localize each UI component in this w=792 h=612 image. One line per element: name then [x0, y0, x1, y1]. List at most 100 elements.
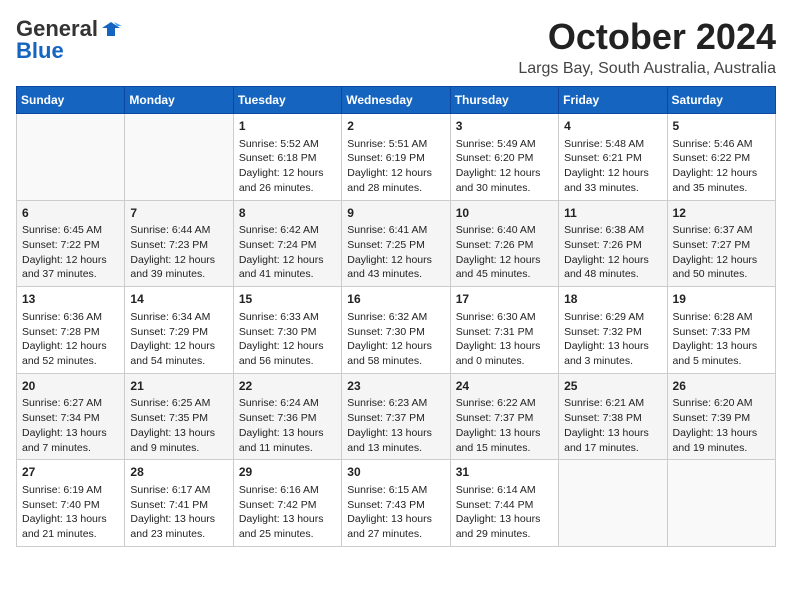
day-number: 2: [347, 118, 444, 135]
day-number: 8: [239, 205, 336, 222]
calendar-cell: 1 Sunrise: 5:52 AMSunset: 6:18 PMDaylight…: [233, 114, 341, 201]
day-number: 6: [22, 205, 119, 222]
calendar-cell: 3 Sunrise: 5:49 AMSunset: 6:20 PMDaylight…: [450, 114, 558, 201]
day-number: 23: [347, 378, 444, 395]
calendar-cell: 11Sunrise: 6:38 AMSunset: 7:26 PMDayligh…: [559, 200, 667, 287]
calendar-cell: 27Sunrise: 6:19 AMSunset: 7:40 PMDayligh…: [17, 460, 125, 547]
location-subtitle: Largs Bay, South Australia, Australia: [518, 60, 776, 78]
day-number: 16: [347, 291, 444, 308]
calendar-cell: 16 Sunrise: 6:32 AMSunset: 7:30 PMDayligh…: [342, 287, 450, 374]
calendar-cell: 19 Sunrise: 6:28 AMSunset: 7:33 PMDayligh…: [667, 287, 775, 374]
calendar-cell: 17 Sunrise: 6:30 AMSunset: 7:31 PMDayligh…: [450, 287, 558, 374]
cell-info: Sunrise: 6:23 AMSunset: 7:37 PMDaylight:…: [347, 396, 444, 455]
cell-info: Sunrise: 6:20 AMSunset: 7:39 PMDaylight:…: [673, 396, 770, 455]
day-number: 31: [456, 464, 553, 481]
calendar-cell: 29 Sunrise: 6:16 AMSunset: 7:42 PMDayligh…: [233, 460, 341, 547]
cell-info: Sunrise: 6:37 AMSunset: 7:27 PMDaylight:…: [673, 223, 770, 282]
calendar-week-row: 27Sunrise: 6:19 AMSunset: 7:40 PMDayligh…: [17, 460, 776, 547]
day-header-friday: Friday: [559, 87, 667, 114]
cell-info: Sunrise: 6:21 AMSunset: 7:38 PMDaylight:…: [564, 396, 661, 455]
day-number: 5: [673, 118, 770, 135]
calendar-cell: 15 Sunrise: 6:33 AMSunset: 7:30 PMDayligh…: [233, 287, 341, 374]
cell-info: Sunrise: 5:46 AMSunset: 6:22 PMDaylight:…: [673, 137, 770, 196]
day-number: 14: [130, 291, 227, 308]
day-number: 15: [239, 291, 336, 308]
day-number: 22: [239, 378, 336, 395]
calendar-cell: 28 Sunrise: 6:17 AMSunset: 7:41 PMDayligh…: [125, 460, 233, 547]
cell-info: Sunrise: 6:34 AMSunset: 7:29 PMDaylight:…: [130, 310, 227, 369]
day-number: 21: [130, 378, 227, 395]
calendar-cell: 9Sunrise: 6:41 AMSunset: 7:25 PMDaylight…: [342, 200, 450, 287]
calendar-cell: 2 Sunrise: 5:51 AMSunset: 6:19 PMDaylight…: [342, 114, 450, 201]
page-header: General Blue October 2024 Largs Bay, Sou…: [16, 16, 776, 78]
day-number: 18: [564, 291, 661, 308]
calendar-table: SundayMondayTuesdayWednesdayThursdayFrid…: [16, 86, 776, 547]
cell-info: Sunrise: 6:38 AMSunset: 7:26 PMDaylight:…: [564, 223, 661, 282]
day-number: 24: [456, 378, 553, 395]
calendar-cell: 21Sunrise: 6:25 AMSunset: 7:35 PMDayligh…: [125, 373, 233, 460]
day-number: 28: [130, 464, 227, 481]
calendar-cell: [559, 460, 667, 547]
day-header-tuesday: Tuesday: [233, 87, 341, 114]
calendar-cell: 12Sunrise: 6:37 AMSunset: 7:27 PMDayligh…: [667, 200, 775, 287]
cell-info: Sunrise: 6:17 AMSunset: 7:41 PMDaylight:…: [130, 483, 227, 542]
title-section: October 2024 Largs Bay, South Australia,…: [518, 16, 776, 78]
calendar-cell: 13 Sunrise: 6:36 AMSunset: 7:28 PMDayligh…: [17, 287, 125, 374]
cell-info: Sunrise: 6:42 AMSunset: 7:24 PMDaylight:…: [239, 223, 336, 282]
cell-info: Sunrise: 5:52 AMSunset: 6:18 PMDaylight:…: [239, 137, 336, 196]
cell-info: Sunrise: 5:49 AMSunset: 6:20 PMDaylight:…: [456, 137, 553, 196]
calendar-cell: 18 Sunrise: 6:29 AMSunset: 7:32 PMDayligh…: [559, 287, 667, 374]
cell-info: Sunrise: 5:51 AMSunset: 6:19 PMDaylight:…: [347, 137, 444, 196]
day-number: 3: [456, 118, 553, 135]
day-number: 25: [564, 378, 661, 395]
calendar-header-row: SundayMondayTuesdayWednesdayThursdayFrid…: [17, 87, 776, 114]
cell-info: Sunrise: 6:15 AMSunset: 7:43 PMDaylight:…: [347, 483, 444, 542]
day-number: 7: [130, 205, 227, 222]
cell-info: Sunrise: 6:25 AMSunset: 7:35 PMDaylight:…: [130, 396, 227, 455]
calendar-week-row: 13 Sunrise: 6:36 AMSunset: 7:28 PMDayligh…: [17, 287, 776, 374]
cell-info: Sunrise: 6:32 AMSunset: 7:30 PMDaylight:…: [347, 310, 444, 369]
cell-info: Sunrise: 6:45 AMSunset: 7:22 PMDaylight:…: [22, 223, 119, 282]
calendar-week-row: 6Sunrise: 6:45 AMSunset: 7:22 PMDaylight…: [17, 200, 776, 287]
calendar-cell: 6Sunrise: 6:45 AMSunset: 7:22 PMDaylight…: [17, 200, 125, 287]
day-number: 20: [22, 378, 119, 395]
day-number: 1: [239, 118, 336, 135]
calendar-cell: [125, 114, 233, 201]
day-number: 13: [22, 291, 119, 308]
day-number: 17: [456, 291, 553, 308]
calendar-cell: 22Sunrise: 6:24 AMSunset: 7:36 PMDayligh…: [233, 373, 341, 460]
calendar-cell: 10Sunrise: 6:40 AMSunset: 7:26 PMDayligh…: [450, 200, 558, 287]
calendar-cell: 24Sunrise: 6:22 AMSunset: 7:37 PMDayligh…: [450, 373, 558, 460]
calendar-cell: 5 Sunrise: 5:46 AMSunset: 6:22 PMDaylight…: [667, 114, 775, 201]
calendar-cell: 23Sunrise: 6:23 AMSunset: 7:37 PMDayligh…: [342, 373, 450, 460]
logo-bird-icon: [100, 18, 122, 40]
calendar-cell: 25Sunrise: 6:21 AMSunset: 7:38 PMDayligh…: [559, 373, 667, 460]
cell-info: Sunrise: 6:27 AMSunset: 7:34 PMDaylight:…: [22, 396, 119, 455]
cell-info: Sunrise: 6:28 AMSunset: 7:33 PMDaylight:…: [673, 310, 770, 369]
day-header-monday: Monday: [125, 87, 233, 114]
day-header-wednesday: Wednesday: [342, 87, 450, 114]
day-number: 19: [673, 291, 770, 308]
cell-info: Sunrise: 6:33 AMSunset: 7:30 PMDaylight:…: [239, 310, 336, 369]
cell-info: Sunrise: 6:30 AMSunset: 7:31 PMDaylight:…: [456, 310, 553, 369]
cell-info: Sunrise: 6:24 AMSunset: 7:36 PMDaylight:…: [239, 396, 336, 455]
calendar-cell: 4Sunrise: 5:48 AMSunset: 6:21 PMDaylight…: [559, 114, 667, 201]
day-number: 4: [564, 118, 661, 135]
cell-info: Sunrise: 6:29 AMSunset: 7:32 PMDaylight:…: [564, 310, 661, 369]
calendar-week-row: 20Sunrise: 6:27 AMSunset: 7:34 PMDayligh…: [17, 373, 776, 460]
day-number: 10: [456, 205, 553, 222]
cell-info: Sunrise: 6:41 AMSunset: 7:25 PMDaylight:…: [347, 223, 444, 282]
day-number: 29: [239, 464, 336, 481]
logo: General Blue: [16, 16, 122, 64]
cell-info: Sunrise: 6:44 AMSunset: 7:23 PMDaylight:…: [130, 223, 227, 282]
day-header-sunday: Sunday: [17, 87, 125, 114]
calendar-cell: 14 Sunrise: 6:34 AMSunset: 7:29 PMDayligh…: [125, 287, 233, 374]
cell-info: Sunrise: 6:16 AMSunset: 7:42 PMDaylight:…: [239, 483, 336, 542]
cell-info: Sunrise: 6:22 AMSunset: 7:37 PMDaylight:…: [456, 396, 553, 455]
cell-info: Sunrise: 6:40 AMSunset: 7:26 PMDaylight:…: [456, 223, 553, 282]
calendar-cell: 7Sunrise: 6:44 AMSunset: 7:23 PMDaylight…: [125, 200, 233, 287]
cell-info: Sunrise: 6:19 AMSunset: 7:40 PMDaylight:…: [22, 483, 119, 542]
cell-info: Sunrise: 6:36 AMSunset: 7:28 PMDaylight:…: [22, 310, 119, 369]
calendar-cell: [17, 114, 125, 201]
calendar-cell: 30Sunrise: 6:15 AMSunset: 7:43 PMDayligh…: [342, 460, 450, 547]
